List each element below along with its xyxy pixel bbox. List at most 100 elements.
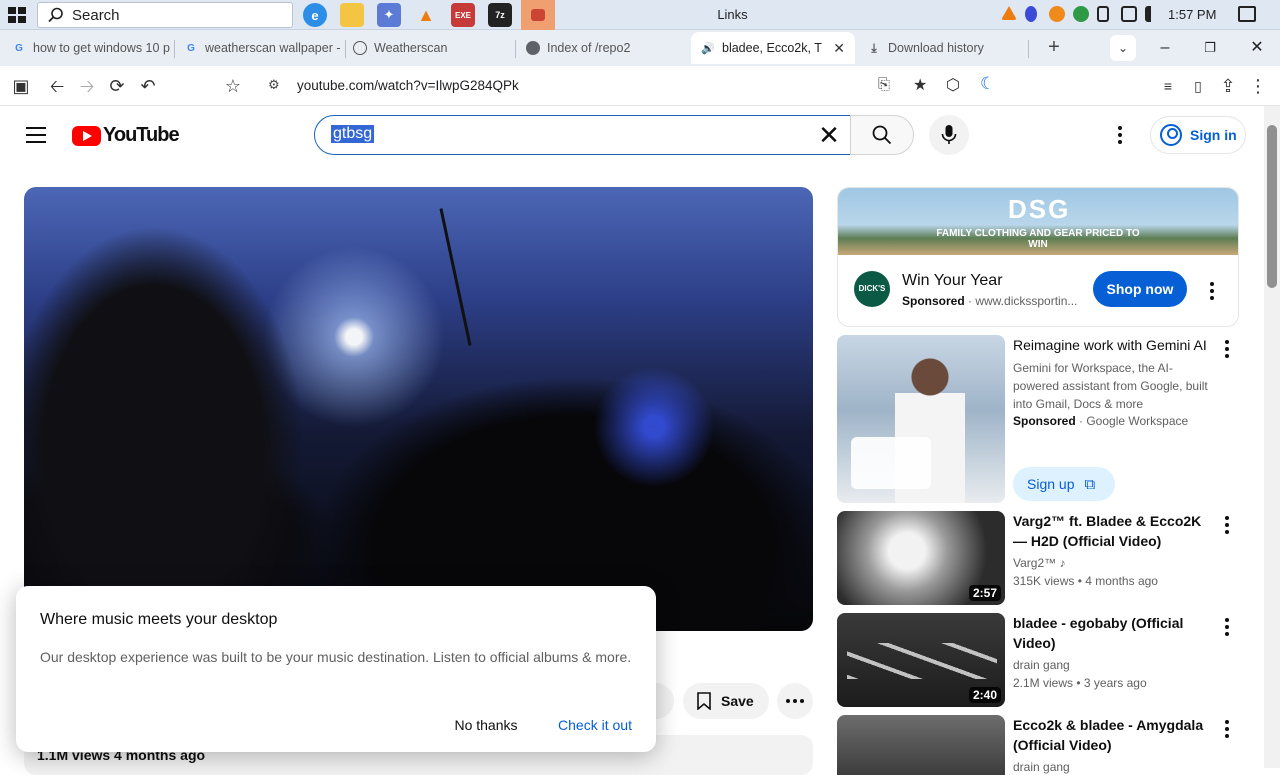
extension-shield-icon[interactable]: ⬡ (946, 75, 960, 95)
channel-name[interactable]: drain gang (1013, 658, 1070, 672)
search-input[interactable]: gtbsg ✕ (314, 115, 851, 155)
undo-icon[interactable]: ↶ (137, 75, 159, 97)
tab-3[interactable]: Weatherscan (343, 32, 513, 64)
video-title[interactable]: bladee - egobaby (Official Video) (1013, 613, 1218, 653)
file-explorer-icon[interactable] (340, 3, 364, 27)
bookmark-star-icon[interactable]: ★ (913, 75, 927, 95)
security-tray-icon[interactable] (1073, 6, 1089, 22)
app-icon[interactable]: ✦ (377, 3, 401, 27)
muted-globe-icon (353, 41, 367, 55)
more-actions-button[interactable] (777, 683, 813, 719)
video-thumbnail[interactable]: 2:40 (837, 613, 1005, 707)
tray-app-icon[interactable] (1049, 6, 1065, 22)
channel-name[interactable]: drain gang (1013, 760, 1070, 774)
view-count: 315K views (1013, 574, 1075, 588)
save-label: Save (721, 693, 754, 709)
minimize-button[interactable]: – (1153, 36, 1177, 60)
tab-close-icon[interactable]: ✕ (833, 40, 845, 57)
volume-muted-icon[interactable] (1145, 6, 1159, 22)
ad-more-kebab-icon[interactable] (1210, 282, 1214, 300)
browser-toolbar: ▣ 🡠 🡢 ⟳ ↶ ☆ ⚙ youtube.com/watch?v=IlwpG2… (0, 66, 1280, 106)
sidebar-ad-card[interactable]: DSG FAMILY CLOTHING AND GEAR PRICED TO W… (837, 187, 1239, 327)
gemini-ad-thumbnail[interactable] (837, 335, 1005, 503)
extension-icon[interactable]: ▣ (10, 75, 32, 97)
video-player[interactable] (24, 187, 813, 631)
tab-2[interactable]: G weatherscan wallpaper - (174, 32, 344, 64)
address-bar[interactable]: ⚙ youtube.com/watch?v=IlwpG284QPk ⎘ ★ ⬡ … (258, 71, 1020, 101)
forward-arrow-icon[interactable]: 🡢 (76, 75, 98, 97)
tab-search-chevron-icon[interactable]: ⌄ (1110, 35, 1136, 61)
gemini-ad-advertiser: Google Workspace (1086, 414, 1189, 428)
hamburger-menu-icon[interactable] (26, 127, 46, 143)
search-icon (48, 7, 63, 23)
search-button[interactable] (850, 115, 914, 155)
video-kebab-icon[interactable] (1225, 720, 1229, 738)
usb-icon[interactable] (1097, 6, 1109, 22)
gemini-ad-item[interactable]: Reimagine work with Gemini AI Gemini for… (837, 335, 1257, 503)
bluetooth-icon[interactable] (1025, 6, 1037, 22)
reload-icon[interactable]: ⟳ (106, 75, 128, 97)
upload-age: 4 months ago (1085, 574, 1158, 588)
sign-in-button[interactable]: Sign in (1150, 116, 1246, 154)
exe-app-icon[interactable]: EXE (451, 3, 475, 27)
list-item[interactable]: 2:40 bladee - egobaby (Official Video) d… (837, 613, 1257, 707)
tab-1[interactable]: G how to get windows 10 p (2, 32, 172, 64)
reading-list-icon[interactable]: ≡ (1157, 75, 1179, 97)
notification-icon[interactable] (1238, 6, 1256, 22)
windows-start-icon[interactable] (8, 7, 26, 23)
search-query-text[interactable]: gtbsg (331, 125, 375, 143)
video-title[interactable]: Varg2™ ft. Bladee & Ecco2K — H2D (Offici… (1013, 511, 1218, 551)
more-horizontal-icon (786, 699, 804, 703)
vlc-icon[interactable]: ▲ (414, 3, 438, 27)
close-window-button[interactable]: ✕ (1245, 36, 1269, 60)
upload-icon[interactable]: ⇪ (1217, 75, 1239, 97)
no-thanks-button[interactable]: No thanks (442, 710, 530, 740)
edge-app-icon[interactable]: e (303, 3, 327, 27)
voice-search-button[interactable] (929, 115, 969, 155)
clear-search-icon[interactable]: ✕ (814, 120, 844, 150)
network-icon[interactable] (1121, 6, 1137, 22)
menu-kebab-icon[interactable]: ⋮ (1247, 75, 1269, 97)
side-panel-icon[interactable]: ▯ (1187, 75, 1209, 97)
tab-4[interactable]: Index of /repo2 (516, 32, 686, 64)
video-thumbnail[interactable] (837, 715, 1005, 775)
taskbar-search-box[interactable]: Search (37, 2, 293, 28)
shop-now-button[interactable]: Shop now (1093, 271, 1187, 307)
settings-kebab-icon[interactable] (1110, 124, 1130, 146)
back-arrow-icon[interactable]: 🡠 (46, 75, 68, 97)
channel-name[interactable]: Varg2™ (1013, 556, 1056, 570)
window-title: Links (717, 7, 748, 22)
youtube-logo[interactable]: YouTube (72, 124, 180, 147)
youtube-play-icon (72, 125, 101, 146)
gemini-ad-title[interactable]: Reimagine work with Gemini AI (1013, 335, 1218, 355)
download-icon: ⤓ (871, 40, 877, 55)
ad-banner-image[interactable]: DSG FAMILY CLOTHING AND GEAR PRICED TO W… (838, 188, 1238, 255)
save-button[interactable]: Save (683, 683, 769, 719)
clock[interactable]: 1:57 PM (1168, 7, 1216, 22)
video-kebab-icon[interactable] (1225, 516, 1229, 534)
restore-button[interactable]: ❐ (1198, 36, 1222, 60)
video-thumbnail[interactable]: 2:57 (837, 511, 1005, 605)
advertiser-logo[interactable]: DICK'S (854, 271, 890, 307)
video-kebab-icon[interactable] (1225, 618, 1229, 636)
install-app-icon[interactable]: ⎘ (878, 76, 890, 93)
check-it-out-button[interactable]: Check it out (548, 710, 642, 740)
video-title[interactable]: Ecco2k & bladee - Amygdala (Official Vid… (1013, 715, 1218, 755)
active-app-icon[interactable] (521, 0, 555, 30)
gemini-ad-kebab-icon[interactable] (1225, 340, 1229, 358)
list-item[interactable]: 2:57 Varg2™ ft. Bladee & Ecco2K — H2D (O… (837, 511, 1257, 605)
site-info-icon[interactable]: ⚙ (268, 77, 280, 93)
video-frame-pole (439, 208, 472, 346)
scrollbar-thumb[interactable] (1267, 125, 1277, 288)
tab-5-active[interactable]: 🔊 bladee, Ecco2k, Thaiboy ✕ (691, 32, 855, 64)
sign-up-button[interactable]: Sign up ⧉ (1013, 467, 1115, 501)
star-outline-icon[interactable]: ☆ (222, 75, 244, 97)
dark-mode-moon-icon[interactable]: ☾ (980, 74, 995, 94)
list-item[interactable]: Ecco2k & bladee - Amygdala (Official Vid… (837, 715, 1257, 775)
tab-6[interactable]: ⤓ Download history (857, 32, 1027, 64)
url-text[interactable]: youtube.com/watch?v=IlwpG284QPk (297, 78, 519, 93)
ad-title[interactable]: Win Your Year (902, 272, 1003, 290)
new-tab-button[interactable]: + (1043, 36, 1065, 58)
7zip-icon[interactable]: 7z (488, 3, 512, 27)
vlc-tray-icon[interactable] (1001, 6, 1017, 20)
